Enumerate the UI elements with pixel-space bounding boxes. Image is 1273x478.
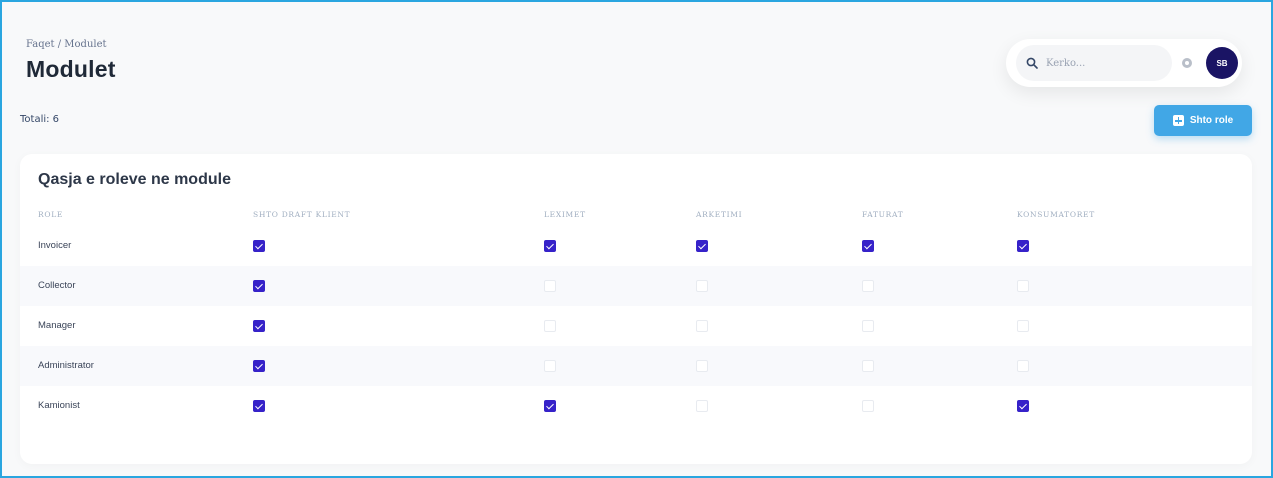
table-row: Collector — [20, 266, 1252, 306]
total-count: Totali: 6 — [20, 114, 60, 125]
access-checkbox[interactable] — [544, 280, 556, 292]
search-box[interactable] — [1016, 45, 1172, 81]
access-checkbox[interactable] — [1017, 400, 1029, 412]
access-checkbox[interactable] — [862, 400, 874, 412]
search-icon — [1026, 57, 1038, 69]
column-header-shto-draft-klient: SHTO DRAFT KLIENT — [253, 210, 351, 219]
access-checkbox[interactable] — [544, 320, 556, 332]
access-checkbox[interactable] — [696, 320, 708, 332]
access-checkbox[interactable] — [1017, 280, 1029, 292]
column-header-arketimi: ARKETIMI — [696, 210, 743, 219]
table-row: Administrator — [20, 346, 1252, 386]
gear-icon[interactable] — [1180, 56, 1194, 70]
column-header-faturat: FATURAT — [862, 210, 904, 219]
table-row: Kamionist — [20, 386, 1252, 426]
column-header-konsumatoret: KONSUMATORET — [1017, 210, 1095, 219]
access-checkbox[interactable] — [862, 240, 874, 252]
access-checkbox[interactable] — [544, 360, 556, 372]
access-checkbox[interactable] — [253, 320, 265, 332]
access-checkbox[interactable] — [696, 280, 708, 292]
access-checkbox[interactable] — [253, 400, 265, 412]
access-checkbox[interactable] — [1017, 360, 1029, 372]
top-navbar: SB — [1006, 39, 1242, 87]
add-role-button-label: Shto role — [1189, 115, 1234, 126]
role-name: Manager — [38, 320, 76, 331]
avatar[interactable]: SB — [1206, 47, 1238, 79]
card-title: Qasja e roleve ne module — [38, 171, 231, 188]
access-checkbox[interactable] — [253, 240, 265, 252]
table-row: Manager — [20, 306, 1252, 346]
page-title: Modulet — [26, 56, 116, 82]
role-name: Collector — [38, 280, 76, 291]
breadcrumb: Faqet / Modulet — [26, 39, 107, 50]
role-name: Administrator — [38, 360, 94, 371]
role-name: Kamionist — [38, 400, 80, 411]
search-input[interactable] — [1046, 57, 1166, 69]
access-checkbox[interactable] — [696, 400, 708, 412]
add-role-button[interactable]: Shto role — [1154, 105, 1252, 136]
access-checkbox[interactable] — [253, 360, 265, 372]
access-checkbox[interactable] — [696, 360, 708, 372]
access-checkbox[interactable] — [862, 280, 874, 292]
access-checkbox[interactable] — [544, 240, 556, 252]
role-name: Invoicer — [38, 240, 72, 251]
access-checkbox[interactable] — [1017, 320, 1029, 332]
access-checkbox[interactable] — [862, 320, 874, 332]
access-checkbox[interactable] — [1017, 240, 1029, 252]
column-header-role: ROLE — [38, 210, 64, 219]
table-row: Invoicer — [20, 226, 1252, 266]
column-header-leximet: LEXIMET — [544, 210, 586, 219]
access-checkbox[interactable] — [696, 240, 708, 252]
app-frame: Faqet / Modulet Modulet SB Totali: 6 Sht… — [0, 0, 1273, 478]
role-access-card: Qasja e roleve ne module ROLE SHTO DRAFT… — [20, 154, 1252, 464]
access-checkbox[interactable] — [253, 280, 265, 292]
plus-icon — [1172, 115, 1184, 126]
access-checkbox[interactable] — [544, 400, 556, 412]
access-checkbox[interactable] — [862, 360, 874, 372]
